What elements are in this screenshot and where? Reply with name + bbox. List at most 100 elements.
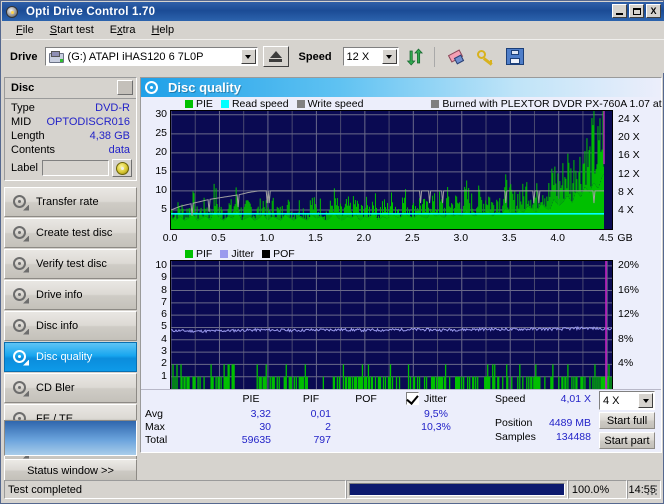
resize-grip[interactable]: [647, 485, 659, 497]
x-tick-label: 2.5: [404, 232, 420, 244]
drive-select-value: (G:) ATAPI iHAS120 6 7L0P: [67, 50, 204, 63]
drive-select[interactable]: (G:) ATAPI iHAS120 6 7L0P: [44, 47, 258, 66]
sidebar-item-cd-bler[interactable]: CD Bler: [4, 373, 137, 403]
key-button[interactable]: [472, 44, 499, 69]
status-bar: Test completed 100.0% 14:55: [4, 480, 661, 499]
stats-col-pof: POF: [355, 393, 377, 405]
maximize-button[interactable]: [629, 4, 644, 18]
close-button[interactable]: X: [646, 4, 661, 18]
stats-total-pie: 59635: [241, 434, 271, 446]
refresh-icon: [406, 47, 423, 66]
x-tick-label: 4.0: [550, 232, 565, 244]
app-disc-icon: [5, 5, 21, 19]
refresh-button[interactable]: [401, 44, 428, 69]
legend-item-burn-annotation: Burned with PLEXTOR DVDR PX-760A 1.07 at…: [431, 98, 664, 110]
x-tick-label: 1.0: [259, 232, 275, 244]
disc-label-input[interactable]: [41, 160, 109, 176]
y-tick-label: 1: [161, 369, 167, 382]
y-tick-label-right: 24 X: [618, 113, 640, 126]
y-tick-label: 7: [161, 295, 167, 308]
pif-chart-y-axis-right: 20% 16% 12% 8% 4%: [615, 259, 649, 390]
close-icon: X: [650, 5, 657, 16]
sidebar-filler: [4, 420, 137, 456]
start-part-button[interactable]: Start part: [599, 432, 655, 449]
pif-chart-plot: [170, 260, 613, 390]
disc-label-row: Label: [5, 158, 136, 177]
chevron-down-icon[interactable]: [240, 49, 256, 64]
y-tick-label: 8: [161, 283, 167, 296]
y-tick-label: 4: [161, 332, 167, 345]
pie-chart: PIE Read speed Write speed Burned with P…: [141, 97, 664, 246]
sidebar-item-transfer-rate[interactable]: Transfer rate: [4, 187, 137, 217]
stats-row-avg-label: Avg: [145, 408, 163, 420]
legend-item-pif: PIF: [185, 248, 212, 260]
sidebar-item-drive-info[interactable]: Drive info: [4, 280, 137, 310]
sidebar-item-label: Transfer rate: [36, 196, 99, 208]
window-controls: X: [612, 4, 661, 18]
stats-col-pie: PIE: [242, 393, 260, 405]
title-bar: Opti Drive Control 1.70 X: [2, 2, 664, 21]
y-tick-label: 25: [155, 126, 167, 139]
sidebar-item-disc-info[interactable]: Disc info: [4, 311, 137, 341]
disc-label-key: Label: [11, 162, 38, 174]
legend-item-pie: PIE: [185, 98, 213, 110]
stats-row-max-label: Max: [145, 421, 165, 433]
x-tick-label: 1.5: [308, 232, 323, 244]
pie-chart-y-axis-left: 30 25 20 15 10 5: [141, 108, 169, 228]
chevron-down-icon[interactable]: [381, 49, 397, 64]
y-tick-label-right: 16%: [618, 283, 640, 296]
erase-button[interactable]: [443, 44, 470, 69]
x-tick-label: 0.0: [162, 232, 178, 244]
disc-refresh-button[interactable]: [112, 159, 132, 177]
legend-label: PIE: [196, 97, 213, 110]
toolbar-separator: [433, 46, 435, 67]
save-button[interactable]: [501, 44, 528, 69]
y-tick-label-right: 12%: [618, 308, 640, 321]
sidebar-item-label: Disc info: [36, 320, 79, 332]
chevron-down-icon[interactable]: [638, 393, 653, 408]
sidebar-item-verify-test-disc[interactable]: Verify test disc: [4, 249, 137, 279]
menu-item-help[interactable]: Help: [143, 23, 182, 37]
minimize-button[interactable]: [612, 4, 627, 18]
verify-test-disc-icon: [13, 256, 29, 273]
disc-row-contents: Contents data: [5, 143, 136, 157]
legend-label: Write speed: [307, 97, 364, 110]
eject-button[interactable]: [262, 46, 289, 67]
stats-max-jitter: 10,3%: [421, 421, 451, 433]
y-tick-label-right: 16 X: [618, 149, 640, 162]
disc-row-key: Length: [11, 130, 45, 142]
menu-item-start-test[interactable]: Start test: [42, 23, 102, 37]
sidebar-item-create-test-disc[interactable]: Create test disc: [4, 218, 137, 248]
y-tick-label: 6: [161, 308, 167, 321]
disc-row-key: MID: [11, 116, 32, 128]
burn-annotation: Burned with PLEXTOR DVDR PX-760A 1.07 at…: [442, 97, 664, 110]
x-tick-label: 3.0: [453, 232, 469, 244]
speed-select[interactable]: 12 X: [342, 47, 399, 66]
window-title: Opti Drive Control 1.70: [26, 5, 156, 18]
main-panel: Disc quality PIE Read speed Write speed …: [140, 77, 664, 453]
speed-stat-label: Speed: [495, 393, 526, 405]
disc-row-value: OPTODISCR016: [46, 116, 130, 128]
menu-item-file[interactable]: File: [8, 23, 42, 37]
disc-quality-header: Disc quality: [141, 78, 661, 97]
jitter-checkbox[interactable]: [406, 392, 419, 405]
stats-row-total-label: Total: [145, 434, 168, 446]
menu-item-extra[interactable]: Extra: [102, 23, 144, 37]
sidebar-item-disc-quality[interactable]: Disc quality: [4, 342, 137, 372]
status-window-button[interactable]: Status window >>: [4, 459, 137, 482]
start-full-button[interactable]: Start full: [599, 412, 655, 429]
legend-swatch: [431, 99, 440, 108]
x-tick-label: 0.5: [211, 232, 226, 244]
legend-swatch: [296, 99, 305, 108]
speed-select-value: 12 X: [346, 50, 370, 63]
disc-row-key: Contents: [11, 144, 56, 156]
disc-row-value: DVD-R: [95, 102, 130, 114]
test-speed-select[interactable]: 4 X: [599, 391, 655, 410]
y-tick-label: 10: [155, 183, 167, 196]
y-tick-label-right: 12 X: [618, 167, 640, 180]
toolbar: Drive (G:) ATAPI iHAS120 6 7L0P Speed 12…: [2, 39, 664, 73]
y-tick-label-right: 8%: [618, 332, 634, 345]
test-speed-value: 4 X: [603, 394, 620, 407]
pif-chart-legend: PIF Jitter POF: [141, 247, 661, 260]
speed-stat-value: 4,01 X: [560, 393, 591, 405]
